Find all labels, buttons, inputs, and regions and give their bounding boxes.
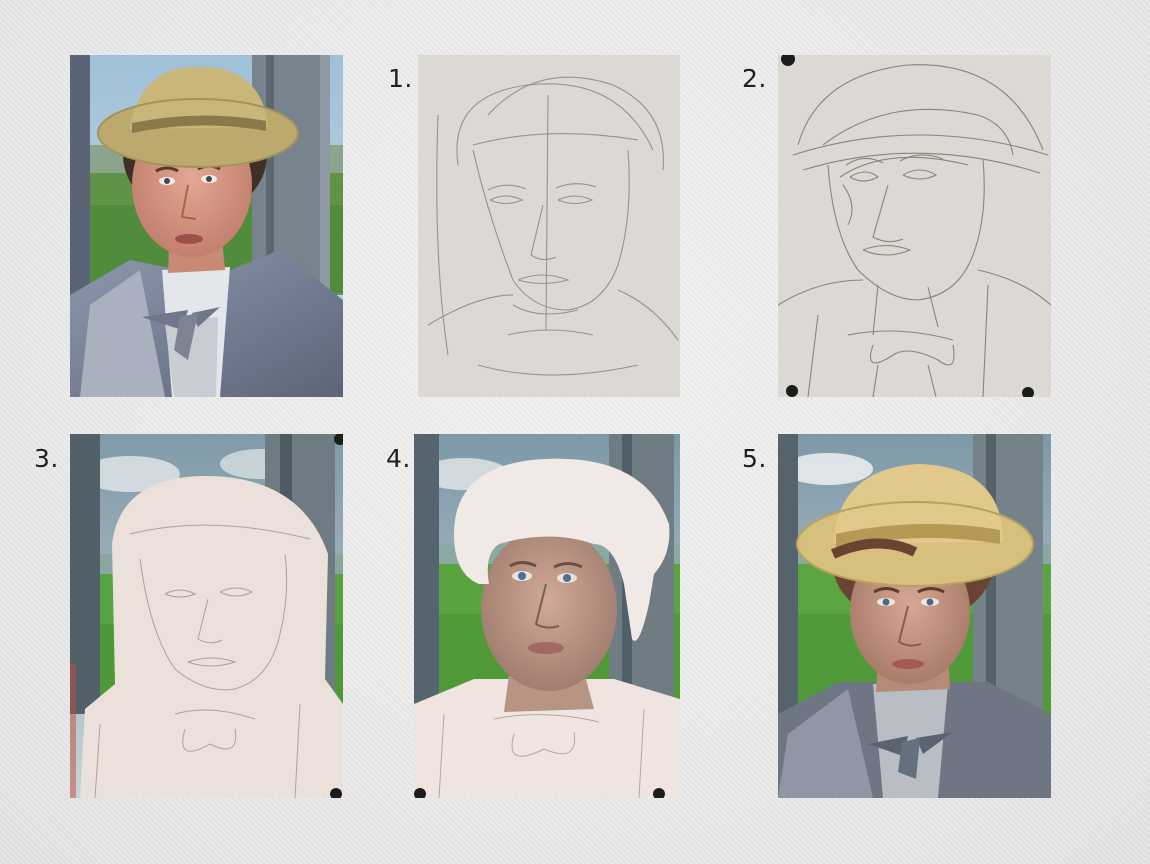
step-label-4: 4. [386,444,411,473]
step-label-5: 5. [742,444,767,473]
reference-photo [70,55,343,397]
sketch-step-2 [778,55,1051,397]
step-label-2: 2. [742,64,767,93]
step-label-1: 1. [388,64,413,93]
painting-step-4 [414,434,680,798]
painting-step-3 [70,434,343,798]
sketch-step-1 [418,55,680,397]
painting-step-5 [778,434,1051,798]
slide-background: 1. 2. 3. 4. 5. [0,0,1150,864]
step-label-3: 3. [34,444,59,473]
